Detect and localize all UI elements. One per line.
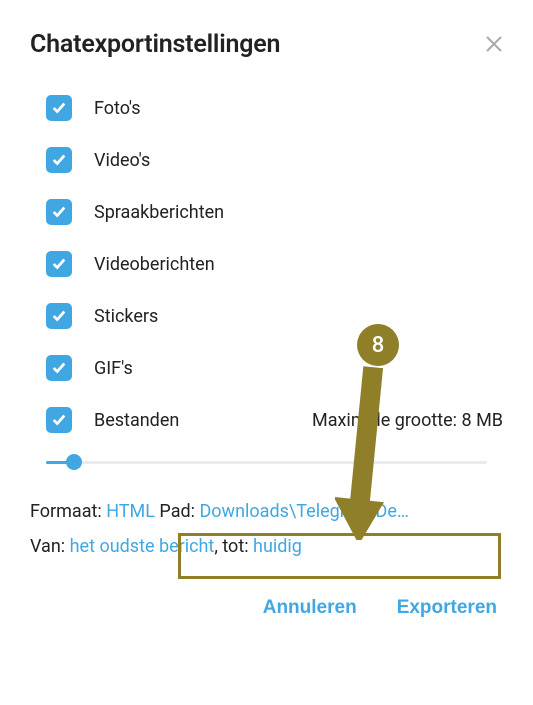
checkbox-stickers[interactable] xyxy=(46,303,72,329)
range-line: Van: het oudste bericht, tot: huidig xyxy=(30,536,503,557)
checkbox-files[interactable] xyxy=(46,407,72,433)
checkbox-videomsg[interactable] xyxy=(46,251,72,277)
from-label: Van: xyxy=(30,536,70,557)
max-size-label: Maximale grootte: 8 MB xyxy=(312,410,503,431)
slider-thumb[interactable] xyxy=(66,454,82,470)
from-link[interactable]: het oudste bericht xyxy=(70,536,215,557)
label-files: Bestanden xyxy=(94,410,179,431)
checkbox-videos[interactable] xyxy=(46,147,72,173)
option-videomsg[interactable]: Videoberichten xyxy=(30,251,503,277)
cancel-button[interactable]: Annuleren xyxy=(263,597,357,619)
label-voice: Spraakberichten xyxy=(94,202,224,223)
checkbox-photos[interactable] xyxy=(46,95,72,121)
option-photos[interactable]: Foto's xyxy=(30,95,503,121)
checkbox-gifs[interactable] xyxy=(46,355,72,381)
dialog-title: Chatexportinstellingen xyxy=(30,30,280,59)
option-gifs[interactable]: GIF's xyxy=(30,355,503,381)
export-button[interactable]: Exporteren xyxy=(397,597,497,619)
option-stickers[interactable]: Stickers xyxy=(30,303,503,329)
path-link[interactable]: Downloads\Telegram De… xyxy=(199,501,408,522)
slider-track xyxy=(46,461,487,464)
checkbox-voice[interactable] xyxy=(46,199,72,225)
to-link[interactable]: huidig xyxy=(253,536,302,557)
option-videos[interactable]: Video's xyxy=(30,147,503,173)
format-label: Formaat: xyxy=(30,501,106,522)
export-settings-dialog: Chatexportinstellingen Foto's Video's Sp… xyxy=(0,0,533,639)
close-icon[interactable] xyxy=(485,33,503,57)
path-label: Pad: xyxy=(155,501,200,522)
dialog-header: Chatexportinstellingen xyxy=(30,30,503,59)
option-files[interactable]: Bestanden Maximale grootte: 8 MB xyxy=(30,407,503,433)
label-stickers: Stickers xyxy=(94,306,158,327)
size-slider[interactable] xyxy=(46,453,487,473)
to-label: , tot: xyxy=(214,536,253,557)
label-videomsg: Videoberichten xyxy=(94,254,215,275)
label-videos: Video's xyxy=(94,150,150,171)
button-row: Annuleren Exporteren xyxy=(30,597,503,619)
option-voice[interactable]: Spraakberichten xyxy=(30,199,503,225)
format-path-line: Formaat: HTML Pad: Downloads\Telegram De… xyxy=(30,501,503,522)
format-link[interactable]: HTML xyxy=(106,501,155,522)
label-gifs: GIF's xyxy=(94,358,133,379)
label-photos: Foto's xyxy=(94,98,141,119)
